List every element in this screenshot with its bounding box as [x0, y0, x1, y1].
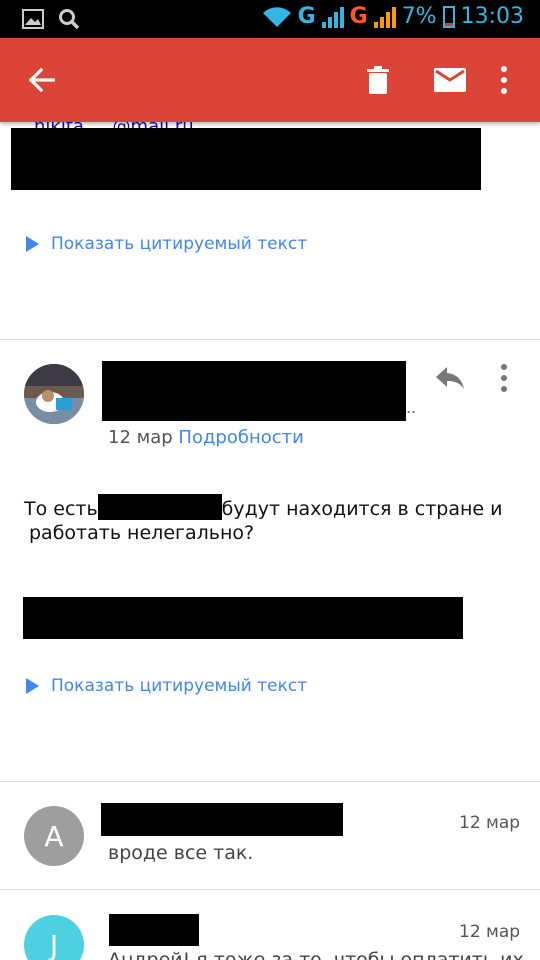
- ellipsis: ..: [406, 398, 417, 417]
- avatar[interactable]: A: [24, 806, 84, 866]
- redacted-sender: [101, 803, 343, 836]
- reply-button[interactable]: [432, 360, 468, 396]
- details-link[interactable]: Подробности: [178, 427, 303, 448]
- message-divider: [0, 781, 540, 782]
- message-snippet: Андрей! я тоже за то, чтобы оплатить их: [108, 949, 524, 960]
- overflow-menu-icon: [501, 66, 507, 94]
- gallery-notification-icon: [22, 9, 44, 29]
- avatar-photo-icon: [24, 364, 84, 424]
- battery-icon: [442, 5, 455, 28]
- wifi-icon: [262, 6, 291, 27]
- message-divider: [0, 339, 540, 340]
- redacted-inline: [97, 494, 222, 520]
- message-date: 12 мар Подробности: [108, 427, 304, 448]
- back-button[interactable]: [20, 58, 64, 102]
- signal-sim1-icon: [321, 6, 344, 28]
- show-quoted-label: Показать цитируемый текст: [51, 234, 308, 254]
- overflow-menu-icon: [501, 364, 507, 392]
- message-more-button[interactable]: [494, 362, 514, 394]
- conversation-view: nikita.....@mail.ru Показать цитируемый …: [0, 122, 540, 960]
- back-arrow-icon: [29, 68, 55, 92]
- redacted-block: [23, 597, 463, 639]
- message-divider: [0, 889, 540, 890]
- expand-triangle-icon: [26, 236, 39, 252]
- search-notification-icon: [59, 9, 80, 30]
- avatar[interactable]: J: [24, 915, 84, 960]
- network-type-sim2: G: [349, 4, 368, 29]
- network-type-sim1: G: [297, 4, 316, 29]
- show-quoted-label: Показать цитируемый текст: [51, 676, 308, 696]
- show-quoted-text-link[interactable]: Показать цитируемый текст: [26, 234, 307, 254]
- redacted-block: [11, 128, 481, 190]
- trash-icon: [367, 66, 389, 94]
- mark-unread-button[interactable]: [428, 58, 472, 102]
- message-body: То есть будут находится в стране и работа…: [24, 494, 524, 545]
- toolbar: [0, 38, 540, 122]
- redacted-sender: [109, 914, 199, 946]
- message-snippet: вроде все так.: [108, 842, 254, 864]
- avatar-letter: A: [44, 819, 64, 853]
- avatar[interactable]: [24, 364, 84, 424]
- avatar-letter: J: [49, 928, 59, 960]
- battery-percent: 7%: [401, 4, 437, 29]
- mail-icon: [434, 68, 466, 92]
- message-date: 12 мар: [459, 813, 521, 833]
- redacted-sender: [102, 361, 406, 421]
- more-options-button[interactable]: [482, 58, 526, 102]
- message-date: 12 мар: [459, 922, 521, 942]
- delete-button[interactable]: [356, 58, 400, 102]
- status-bar: G G 7% 13:03: [0, 0, 540, 38]
- show-quoted-text-link[interactable]: Показать цитируемый текст: [26, 676, 307, 696]
- reply-icon: [436, 367, 464, 389]
- signal-sim2-icon: [373, 6, 396, 28]
- clock: 13:03: [460, 4, 524, 29]
- expand-triangle-icon: [26, 678, 39, 694]
